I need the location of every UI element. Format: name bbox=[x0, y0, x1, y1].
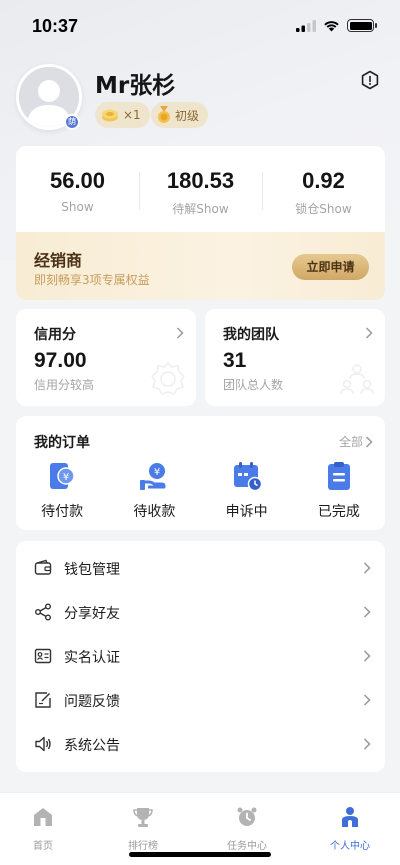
team-people-icon bbox=[340, 364, 374, 395]
stat-show[interactable]: 56.00 Show bbox=[16, 146, 139, 232]
menu-item-verification[interactable]: 实名认证 bbox=[16, 634, 385, 678]
level-label: 初级 bbox=[175, 108, 200, 123]
dealer-title: 经销商 bbox=[34, 251, 83, 270]
gold-coin-icon bbox=[102, 109, 118, 122]
team-value: 31 bbox=[223, 349, 247, 372]
credit-score-card[interactable]: 信用分 97.00 信用分较高 bbox=[16, 309, 196, 406]
credit-label: 信用分较高 bbox=[34, 378, 95, 392]
tab-tasks[interactable]: 任务中心 bbox=[197, 805, 297, 852]
stat-value: 180.53 bbox=[166, 168, 235, 193]
stat-value: 56.00 bbox=[49, 168, 106, 193]
cellular-signal-icon bbox=[296, 19, 316, 32]
balance-card: 56.00 Show 180.53 待解Show 0.92 锁仓Show 经销商… bbox=[16, 146, 385, 300]
orders-all-label: 全部 bbox=[338, 435, 363, 449]
id-card-icon bbox=[34, 648, 52, 664]
settings-menu: 钱包管理 分享好友 实名认证 问题反馈 系统公告 bbox=[16, 541, 385, 772]
balance-stats: 56.00 Show 180.53 待解Show 0.92 锁仓Show bbox=[16, 146, 385, 232]
battery-icon bbox=[347, 19, 377, 32]
calendar-clock-icon bbox=[233, 462, 262, 492]
chevron-right-icon bbox=[363, 738, 371, 750]
menu-label: 分享好友 bbox=[64, 606, 120, 622]
order-label: 待付款 bbox=[41, 504, 84, 520]
coin-count-chip: ×1 bbox=[95, 102, 150, 128]
dealer-subtitle: 即刻畅享3项专属权益 bbox=[34, 273, 150, 287]
home-icon bbox=[34, 808, 52, 826]
menu-label: 系统公告 bbox=[64, 738, 120, 754]
menu-label: 问题反馈 bbox=[64, 694, 120, 710]
menu-item-feedback[interactable]: 问题反馈 bbox=[16, 678, 385, 722]
orders-grid: ¥ 待付款 ¥ 待收款 申诉中 已完成 bbox=[16, 460, 385, 521]
wallet-icon bbox=[34, 559, 52, 575]
chevron-right-icon bbox=[363, 562, 371, 574]
order-pending-receipt[interactable]: ¥ 待收款 bbox=[108, 460, 200, 521]
credit-title: 信用分 bbox=[34, 327, 76, 343]
level-chip: 初级 bbox=[151, 102, 209, 128]
stat-locked-show[interactable]: 0.92 锁仓Show bbox=[262, 146, 385, 232]
alarm-clock-icon bbox=[237, 807, 257, 826]
tab-home[interactable]: 首页 bbox=[0, 805, 93, 852]
coin-count: ×1 bbox=[123, 108, 141, 122]
status-time: 10:37 bbox=[32, 16, 79, 36]
tab-label: 个人中心 bbox=[330, 841, 370, 852]
menu-item-share[interactable]: 分享好友 bbox=[16, 590, 385, 634]
status-icons bbox=[296, 19, 377, 32]
stat-label: 待解Show bbox=[172, 202, 229, 216]
medal-icon bbox=[158, 106, 170, 123]
orders-view-all[interactable]: 全部 bbox=[339, 433, 373, 450]
order-in-appeal[interactable]: 申诉中 bbox=[201, 460, 293, 521]
stat-pending-show[interactable]: 180.53 待解Show bbox=[139, 146, 262, 232]
share-icon bbox=[35, 603, 51, 621]
chevron-right-icon bbox=[365, 435, 373, 448]
orders-card: 我的订单 全部 ¥ 待付款 ¥ 待收款 申诉中 已完成 bbox=[16, 416, 385, 530]
chevron-right-icon bbox=[363, 606, 371, 618]
orders-title: 我的订单 bbox=[34, 435, 90, 451]
menu-label: 钱包管理 bbox=[64, 562, 120, 578]
hand-yuan-icon: ¥ bbox=[140, 463, 166, 490]
team-title: 我的团队 bbox=[223, 327, 279, 343]
wifi-icon bbox=[324, 20, 339, 31]
speaker-icon bbox=[35, 736, 51, 752]
home-indicator bbox=[129, 852, 271, 857]
tab-label: 首页 bbox=[33, 841, 53, 852]
team-label: 团队总人数 bbox=[223, 378, 284, 392]
menu-item-wallet[interactable]: 钱包管理 bbox=[16, 546, 385, 590]
feedback-icon bbox=[35, 692, 51, 708]
stat-label: Show bbox=[61, 200, 94, 214]
menu-item-announcements[interactable]: 系统公告 bbox=[16, 722, 385, 766]
status-bar: 10:37 bbox=[0, 0, 400, 52]
avatar-badge: 荫 bbox=[64, 114, 80, 130]
chevron-right-icon bbox=[365, 327, 373, 339]
tab-label: 任务中心 bbox=[227, 841, 267, 852]
order-pending-payment[interactable]: ¥ 待付款 bbox=[16, 460, 108, 521]
order-label: 已完成 bbox=[317, 504, 360, 520]
chevron-right-icon bbox=[363, 694, 371, 706]
profile-header: 荫 Mr张杉 ×1 初级 bbox=[16, 62, 386, 134]
menu-label: 实名认证 bbox=[64, 650, 120, 666]
trophy-icon bbox=[133, 808, 153, 827]
tab-leaderboard[interactable]: 排行榜 bbox=[93, 805, 193, 852]
order-label: 待收款 bbox=[133, 504, 176, 520]
stat-value: 0.92 bbox=[302, 168, 345, 193]
username: Mr张杉 bbox=[95, 73, 176, 99]
order-label: 申诉中 bbox=[225, 504, 268, 520]
svg-text:¥: ¥ bbox=[63, 472, 69, 483]
order-completed[interactable]: 已完成 bbox=[293, 460, 385, 521]
person-icon bbox=[342, 807, 358, 827]
apply-button[interactable]: 立即申请 bbox=[292, 254, 369, 280]
dealer-banner: 经销商 即刻畅享3项专属权益 立即申请 bbox=[16, 232, 385, 300]
chevron-right-icon bbox=[176, 327, 184, 339]
stat-label: 锁仓Show bbox=[295, 202, 352, 216]
clipboard-check-icon bbox=[327, 462, 350, 490]
chevron-right-icon bbox=[363, 650, 371, 662]
wallet-yuan-icon: ¥ bbox=[50, 463, 75, 489]
svg-text:¥: ¥ bbox=[154, 467, 160, 478]
tab-profile[interactable]: 个人中心 bbox=[300, 805, 400, 852]
credit-value: 97.00 bbox=[34, 349, 87, 372]
tab-label: 排行榜 bbox=[128, 841, 158, 852]
info-icon[interactable] bbox=[360, 70, 380, 90]
team-card[interactable]: 我的团队 31 团队总人数 bbox=[205, 309, 385, 406]
credit-badge-icon bbox=[151, 361, 185, 395]
